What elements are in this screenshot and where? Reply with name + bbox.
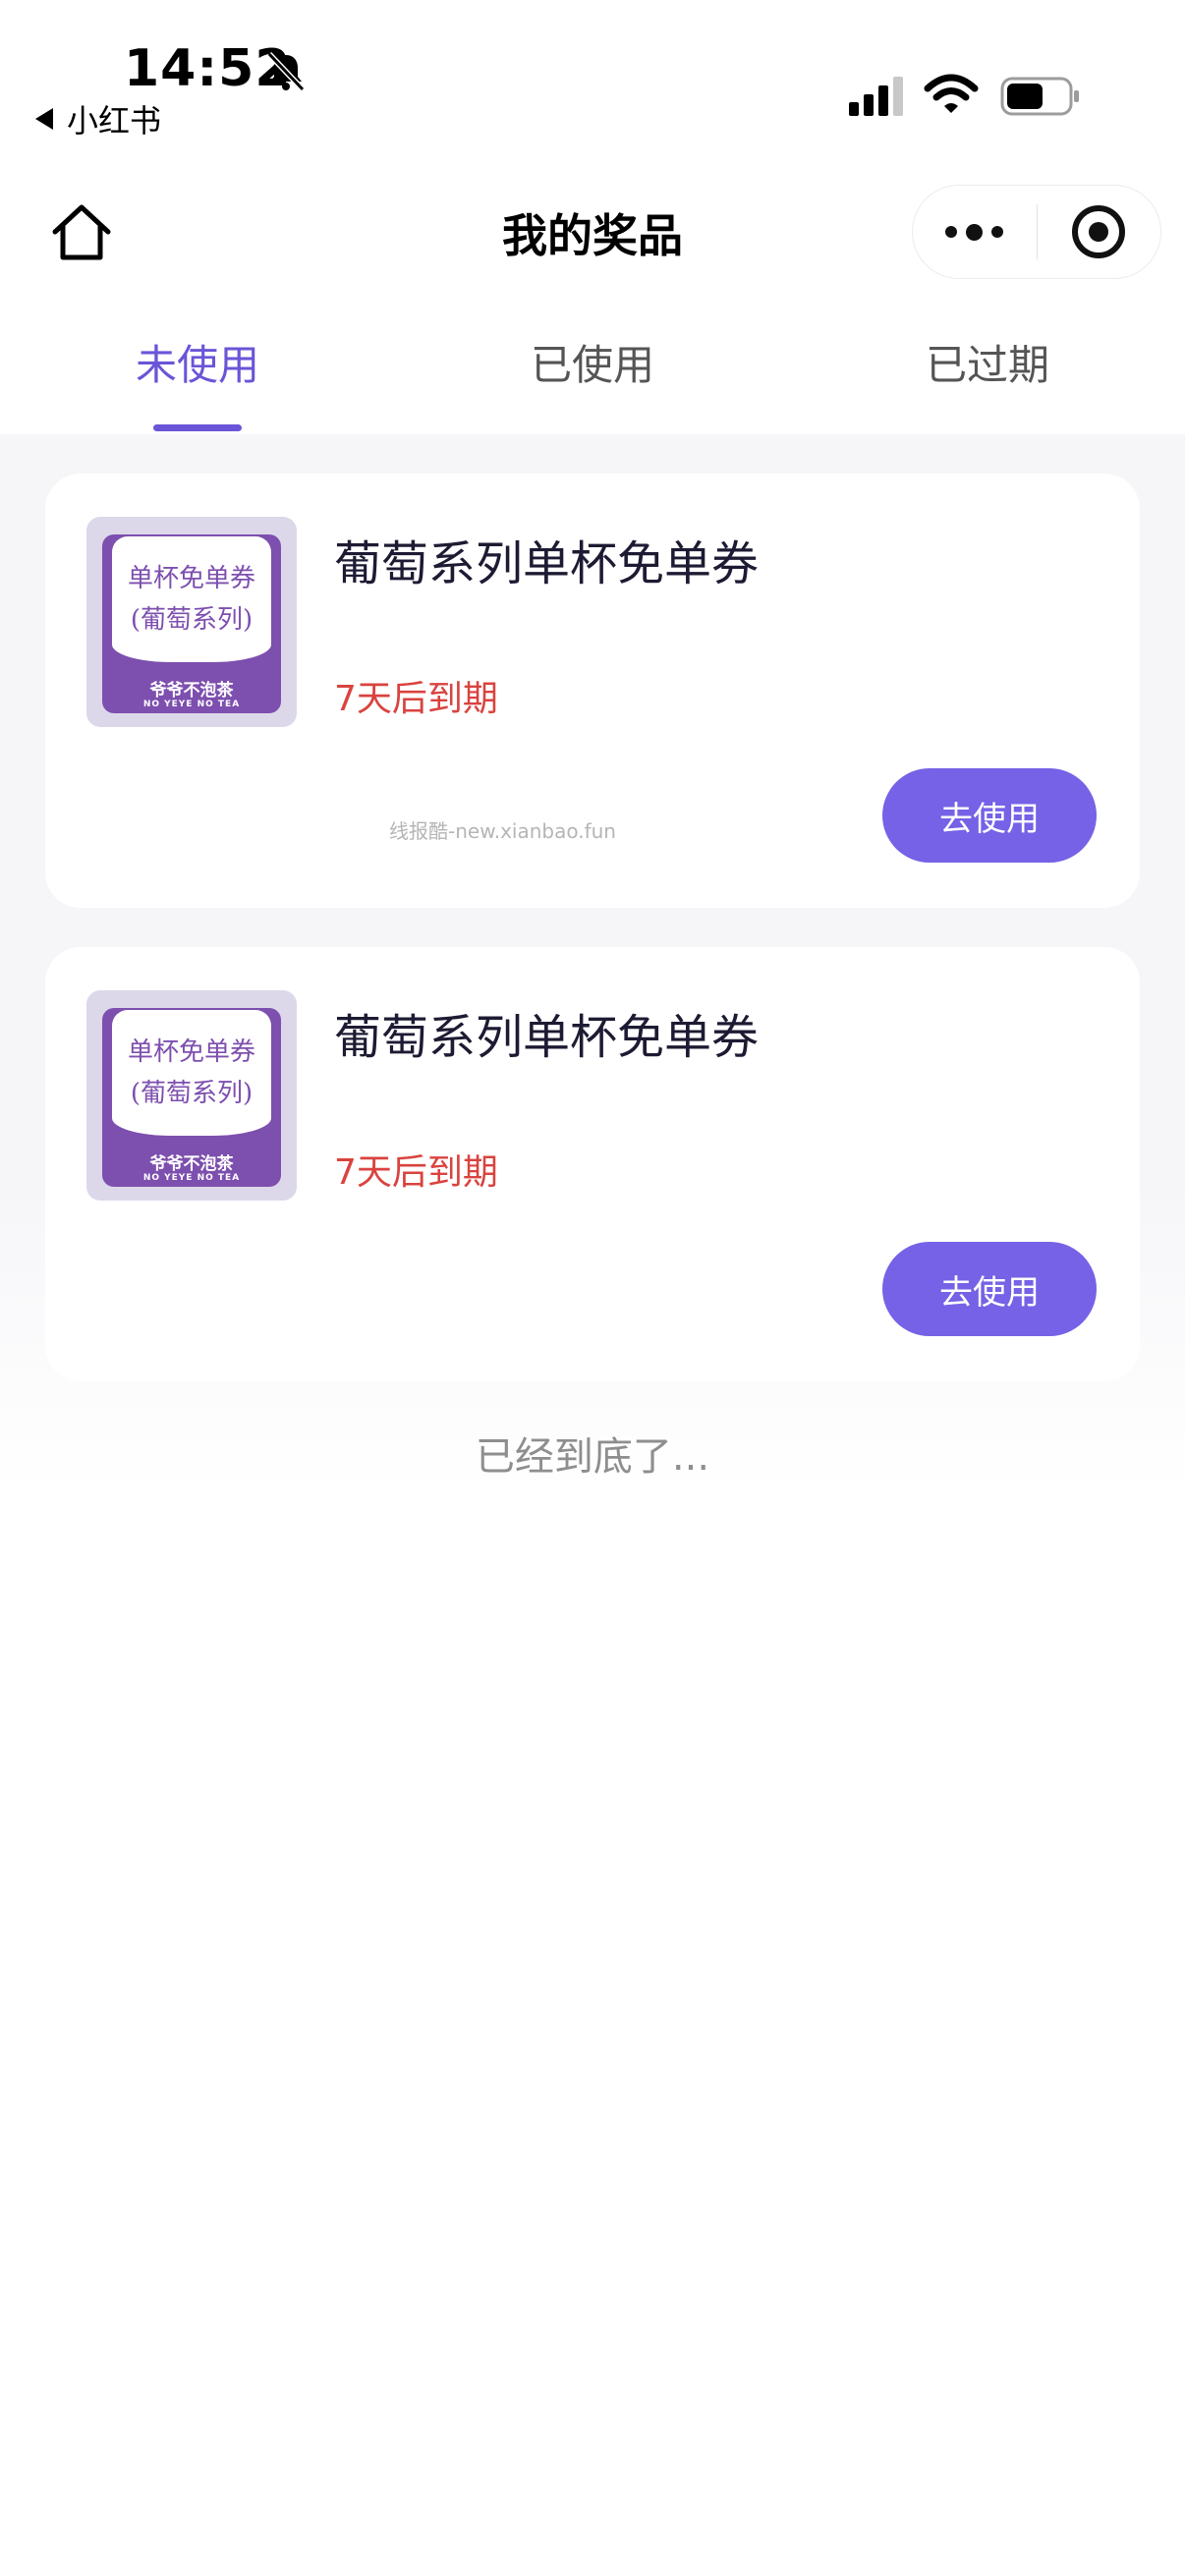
tab-expired[interactable]: 已过期: [790, 295, 1185, 434]
prize-title: 葡萄系列单杯免单券: [334, 536, 760, 591]
prize-title: 葡萄系列单杯免单券: [334, 1010, 760, 1065]
end-of-list-text: 已经到底了...: [475, 1434, 710, 1480]
mini-program-capsule: [912, 185, 1161, 279]
active-tab-indicator: [153, 424, 242, 431]
back-arrow-icon: [35, 108, 53, 130]
coupon-image-line2: (葡萄系列): [130, 1079, 254, 1108]
prize-card: 单杯免单券 (葡萄系列) 爷爷不泡茶 NO YEYE NO TEA 葡萄系列单杯…: [45, 474, 1140, 908]
tab-unused-label: 未使用: [135, 341, 259, 389]
coupon-brand-en: NO YEYE NO TEA: [142, 1173, 241, 1183]
use-button[interactable]: 去使用: [882, 1242, 1097, 1336]
expire-text: 7天后到期: [334, 1152, 498, 1193]
status-bar: 14:52 小红书: [0, 0, 1185, 157]
coupon-image-line2: (葡萄系列): [130, 605, 254, 635]
battery-icon: [1000, 77, 1079, 116]
prize-card: 单杯免单券 (葡萄系列) 爷爷不泡茶 NO YEYE NO TEA 葡萄系列单杯…: [45, 947, 1140, 1381]
watermark: 线报酷-new.xianbao.fun: [389, 819, 616, 843]
back-app-label: 小红书: [67, 102, 162, 140]
tab-used[interactable]: 已使用: [395, 295, 790, 434]
prize-list: 单杯免单券 (葡萄系列) 爷爷不泡茶 NO YEYE NO TEA 葡萄系列单杯…: [0, 434, 1185, 1495]
coupon-image-line1: 单杯免单券: [127, 564, 255, 593]
coupon-brand: 爷爷不泡茶: [149, 681, 234, 700]
coupon-image: 单杯免单券 (葡萄系列) 爷爷不泡茶 NO YEYE NO TEA: [86, 517, 297, 727]
bell-muted-icon: [266, 51, 306, 92]
back-to-app-link[interactable]: 小红书: [35, 96, 161, 141]
tab-used-label: 已使用: [530, 341, 654, 389]
coupon-brand: 爷爷不泡茶: [149, 1154, 234, 1174]
wifi-icon: [924, 74, 979, 113]
expire-text: 7天后到期: [334, 679, 498, 719]
coupon-image: 单杯免单券 (葡萄系列) 爷爷不泡茶 NO YEYE NO TEA: [86, 990, 297, 1201]
nav-bar: 我的奖品: [0, 177, 1185, 285]
tab-unused[interactable]: 未使用: [0, 295, 395, 434]
tab-expired-label: 已过期: [925, 341, 1049, 389]
coupon-image-line1: 单杯免单券: [127, 1037, 255, 1067]
tab-bar: 未使用 已使用 已过期: [0, 295, 1185, 434]
use-button[interactable]: 去使用: [882, 768, 1097, 863]
signal-icon: [849, 77, 903, 116]
close-target-icon[interactable]: [1038, 185, 1161, 279]
more-icon[interactable]: [913, 185, 1037, 279]
coupon-brand-en: NO YEYE NO TEA: [142, 700, 241, 709]
